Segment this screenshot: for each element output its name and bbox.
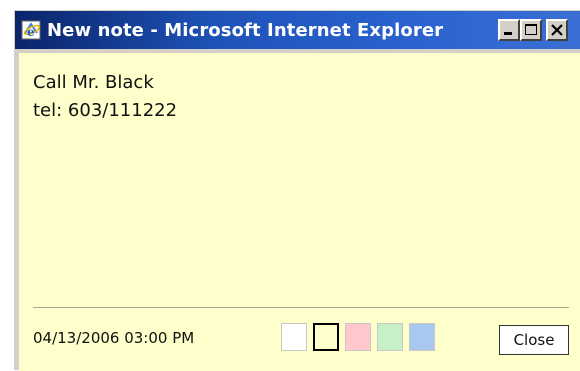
maximize-button[interactable]	[520, 19, 542, 41]
minimize-button[interactable]	[498, 19, 520, 41]
maximize-icon	[525, 24, 537, 35]
window-close-button[interactable]	[546, 19, 568, 41]
color-swatch-pink[interactable]	[345, 323, 371, 351]
divider	[33, 307, 569, 308]
close-icon	[551, 24, 563, 36]
note-text[interactable]: Call Mr. Black tel: 603/111222	[33, 69, 553, 125]
close-button[interactable]: Close	[499, 325, 569, 355]
note-area[interactable]: Call Mr. Black tel: 603/111222 04/13/200…	[19, 53, 580, 371]
internet-explorer-icon: e	[21, 20, 41, 40]
note-datetime: 04/13/2006 03:00 PM	[33, 329, 195, 347]
color-swatch-white[interactable]	[281, 323, 307, 351]
note-line: tel: 603/111222	[33, 100, 178, 121]
color-swatch-yellow[interactable]	[313, 323, 339, 351]
browser-window: e New note - Microsoft Internet Explorer…	[14, 10, 580, 371]
svg-text:e: e	[27, 25, 35, 39]
color-swatch-blue[interactable]	[409, 323, 435, 351]
minimize-icon	[504, 32, 512, 35]
title-bar[interactable]: e New note - Microsoft Internet Explorer	[15, 11, 580, 49]
color-swatch-green[interactable]	[377, 323, 403, 351]
note-line: Call Mr. Black	[33, 72, 154, 93]
window-title: New note - Microsoft Internet Explorer	[47, 20, 444, 41]
